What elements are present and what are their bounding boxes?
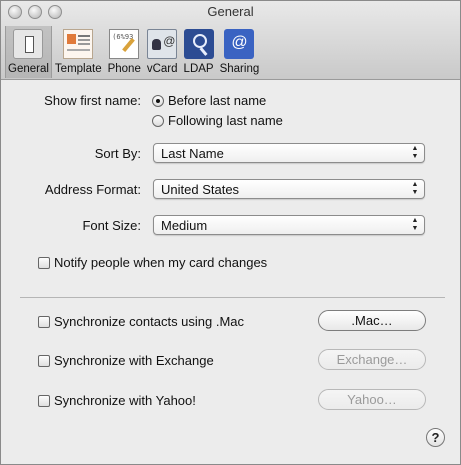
toolbar-tab-label: LDAP (183, 63, 214, 75)
sync-mac-checkbox-row[interactable]: Synchronize contacts using .Mac (38, 314, 244, 329)
preferences-toolbar: General Template Phone vCard LDAP Sharin… (5, 26, 262, 78)
yahoo-button[interactable]: Yahoo… (318, 389, 426, 410)
radio-before-last-name[interactable]: Before last name (152, 93, 266, 108)
template-icon (63, 29, 94, 59)
sharing-icon (224, 29, 255, 59)
toolbar-tab-label: vCard (146, 63, 178, 75)
address-format-popup[interactable]: United States ▲ ▼ (153, 179, 425, 199)
toolbar-tab-label: Template (54, 63, 102, 75)
sync-exchange-checkbox[interactable] (38, 354, 50, 367)
vcard-icon (147, 29, 178, 59)
toolbar-tab-ldap[interactable]: LDAP (181, 26, 217, 78)
sync-exchange-checkbox-row[interactable]: Synchronize with Exchange (38, 353, 214, 368)
sync-mac-checkbox[interactable] (38, 315, 50, 328)
popup-arrows-icon: ▲ ▼ (411, 181, 419, 196)
sync-mac-label: Synchronize contacts using .Mac (54, 314, 245, 329)
radio-label: Following last name (168, 113, 283, 128)
sort-by-label: Sort By: (94, 146, 141, 161)
toolbar-tab-phone[interactable]: Phone (105, 26, 144, 78)
toolbar-tab-vcard[interactable]: vCard (144, 26, 181, 78)
notify-checkbox-row[interactable]: Notify people when my card changes (38, 255, 267, 270)
toolbar-tab-label: Sharing (219, 63, 260, 75)
sort-by-popup[interactable]: Last Name ▲ ▼ (153, 143, 425, 163)
notify-label: Notify people when my card changes (54, 255, 268, 270)
ldap-icon (183, 29, 214, 59)
popup-arrows-icon: ▲ ▼ (411, 145, 419, 160)
show-first-name-label: Show first name: (44, 93, 141, 108)
toolbar-tab-template[interactable]: Template (52, 26, 105, 78)
font-size-popup[interactable]: Medium ▲ ▼ (153, 215, 425, 235)
sync-yahoo-label: Synchronize with Yahoo! (54, 393, 196, 408)
preferences-window: General General Template Phone vCard LDA… (0, 0, 461, 465)
sort-by-value: Last Name (161, 146, 224, 161)
toolbar-tab-label: General (8, 63, 49, 75)
address-format-label: Address Format: (44, 182, 141, 197)
toolbar-tab-sharing[interactable]: Sharing (217, 26, 263, 78)
notify-checkbox[interactable] (38, 256, 50, 269)
help-button[interactable]: ? (426, 428, 445, 447)
radio-button-selected[interactable] (152, 94, 164, 107)
mac-button[interactable]: .Mac… (318, 310, 426, 331)
radio-button[interactable] (152, 114, 164, 127)
sync-exchange-label: Synchronize with Exchange (54, 353, 214, 368)
radio-following-last-name[interactable]: Following last name (152, 113, 283, 128)
section-divider (20, 297, 445, 298)
sync-yahoo-checkbox-row[interactable]: Synchronize with Yahoo! (38, 393, 196, 408)
font-size-label: Font Size: (82, 218, 141, 233)
radio-label: Before last name (168, 93, 267, 108)
window-title: General (207, 4, 254, 19)
general-switch-icon (13, 29, 44, 59)
popup-arrows-icon: ▲ ▼ (411, 217, 419, 232)
phone-icon (109, 29, 140, 59)
sync-yahoo-checkbox[interactable] (38, 394, 50, 407)
toolbar-tab-general[interactable]: General (5, 26, 52, 78)
font-size-value: Medium (161, 218, 208, 233)
exchange-button[interactable]: Exchange… (318, 349, 426, 370)
address-format-value: United States (161, 182, 240, 197)
title-bar: General General Template Phone vCard LDA… (1, 1, 460, 80)
toolbar-tab-label: Phone (107, 63, 141, 75)
